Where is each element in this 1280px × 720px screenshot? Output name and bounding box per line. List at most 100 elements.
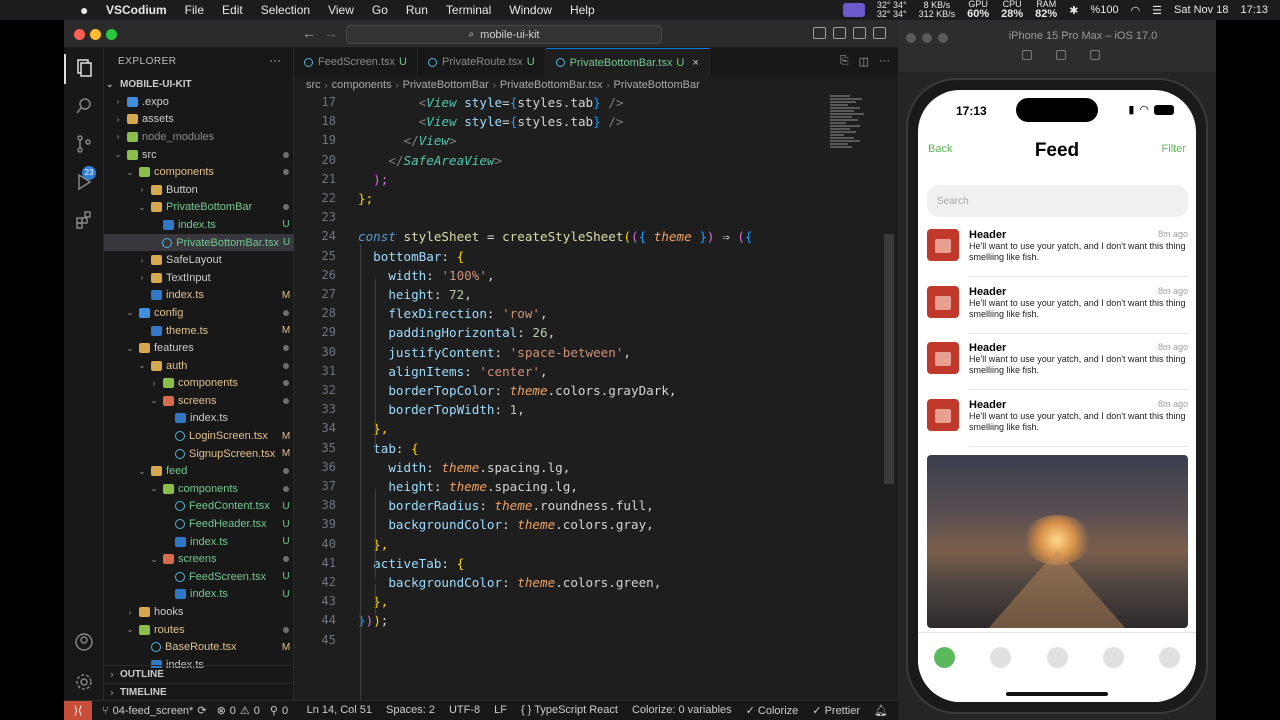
- tab-privatebottombar[interactable]: PrivateBottomBar.tsx U ×: [545, 48, 710, 76]
- ports-indicator[interactable]: ⚲ 0: [270, 704, 288, 718]
- tab-button-2[interactable]: [990, 647, 1012, 668]
- menu-selection[interactable]: Selection: [261, 3, 310, 17]
- menu-help[interactable]: Help: [570, 3, 595, 17]
- menu-edit[interactable]: Edit: [222, 3, 243, 17]
- folder-row[interactable]: ⌄ components: [104, 480, 294, 498]
- file-row[interactable]: index.ts U: [104, 533, 294, 551]
- minimize-window-button[interactable]: [922, 33, 932, 43]
- close-tab-icon[interactable]: ×: [692, 57, 698, 69]
- tab-privateroute[interactable]: PrivateRoute.tsx U: [418, 48, 546, 76]
- file-row[interactable]: PrivateBottomBar.tsx U: [104, 233, 294, 252]
- project-header[interactable]: ⌄ MOBILE-UI-KIT: [104, 75, 294, 93]
- menu-view[interactable]: View: [328, 3, 354, 17]
- file-row[interactable]: index.ts U: [104, 216, 294, 234]
- folder-row[interactable]: › assets: [104, 111, 294, 129]
- home-icon[interactable]: [1022, 50, 1032, 60]
- control-center-icon[interactable]: ☰: [1152, 4, 1162, 17]
- menu-file[interactable]: File: [185, 3, 204, 17]
- screen-record-icon[interactable]: [842, 3, 865, 17]
- app-menu[interactable]: VSCodium: [106, 3, 167, 17]
- feed-item[interactable]: Header 8m ago He'll want to use your yatch…: [927, 398, 1188, 455]
- tab-button-3[interactable]: [1046, 647, 1068, 668]
- source-control-icon[interactable]: [72, 132, 96, 156]
- menu-go[interactable]: Go: [372, 3, 388, 17]
- file-row[interactable]: index.ts: [104, 410, 294, 428]
- prettier-status[interactable]: ✓ Prettier: [812, 704, 860, 717]
- folder-row[interactable]: › components: [104, 375, 294, 393]
- folder-row[interactable]: ⌄ features: [104, 339, 294, 357]
- feed-item[interactable]: Header 8m ago He'll want to use your yatch…: [927, 229, 1188, 285]
- search-icon[interactable]: [72, 94, 96, 118]
- encoding[interactable]: UTF-8: [449, 704, 480, 717]
- tab-button-4[interactable]: [1102, 647, 1124, 668]
- branch-indicator[interactable]: ⑂ 04-feed_screen* ⟳: [102, 704, 207, 718]
- more-actions-icon[interactable]: ···: [269, 53, 281, 67]
- feed-item[interactable]: Header 8m ago He'll want to use your yatch…: [927, 342, 1188, 398]
- file-row[interactable]: FeedContent.tsx U: [104, 498, 294, 516]
- folder-row[interactable]: › TextInput: [104, 269, 294, 287]
- file-row[interactable]: LoginScreen.tsx M: [104, 427, 294, 445]
- folder-row[interactable]: ⌄ screens: [104, 550, 294, 568]
- extensions-icon[interactable]: [72, 208, 96, 232]
- breadcrumb-item[interactable]: PrivateBottomBar: [403, 79, 489, 91]
- language-mode[interactable]: { } TypeScript React: [521, 704, 618, 717]
- folder-row[interactable]: › node_modules: [104, 128, 294, 146]
- breadcrumb-item[interactable]: PrivateBottomBar: [614, 79, 700, 91]
- end-of-line[interactable]: LF: [494, 704, 507, 717]
- timeline-section[interactable]: › TIMELINE: [104, 683, 294, 701]
- indentation[interactable]: Spaces: 2: [386, 704, 435, 717]
- bluetooth-icon[interactable]: ✱: [1069, 4, 1078, 17]
- forward-arrow-icon[interactable]: →: [324, 25, 338, 41]
- folder-row[interactable]: ⌄ routes: [104, 621, 294, 639]
- outline-section[interactable]: › OUTLINE: [104, 665, 294, 683]
- folder-row[interactable]: ⌄ PrivateBottomBar: [104, 199, 294, 217]
- colorize-toggle[interactable]: ✓ Colorize: [746, 704, 799, 717]
- file-row[interactable]: FeedHeader.tsx U: [104, 515, 294, 533]
- file-row[interactable]: index.ts M: [104, 287, 294, 305]
- feed-item[interactable]: Header 8m ago He'll want to use your yatch…: [927, 285, 1188, 342]
- menu-run[interactable]: Run: [406, 3, 428, 17]
- menu-window[interactable]: Window: [509, 3, 552, 17]
- folder-row[interactable]: ⌄ auth: [104, 357, 294, 375]
- filter-button[interactable]: Filter: [1162, 143, 1186, 155]
- remote-indicator-icon[interactable]: ⟩⟨: [64, 700, 92, 720]
- battery-percent[interactable]: %100: [1090, 4, 1118, 16]
- file-row[interactable]: theme.ts M: [104, 322, 294, 340]
- folder-row[interactable]: › SafeLayout: [104, 251, 294, 269]
- problems-indicator[interactable]: ⊗ 0 ⚠ 0: [217, 704, 260, 718]
- tab-feedscreen[interactable]: FeedScreen.tsx U: [294, 48, 418, 76]
- wifi-icon[interactable]: ◠: [1131, 4, 1141, 17]
- open-changes-icon[interactable]: ⎘: [840, 55, 849, 68]
- menubar-time[interactable]: 17:13: [1240, 4, 1268, 16]
- zoom-window-button[interactable]: [938, 33, 948, 43]
- explorer-icon[interactable]: [72, 56, 96, 80]
- file-row[interactable]: index.ts U: [104, 586, 294, 604]
- close-window-button[interactable]: [74, 29, 85, 40]
- vertical-scrollbar[interactable]: [884, 234, 894, 484]
- more-actions-icon[interactable]: ···: [879, 55, 890, 68]
- colorize-variables[interactable]: Colorize: 0 variables: [632, 704, 732, 717]
- folder-row[interactable]: ⌄ screens: [104, 392, 294, 410]
- manage-gear-icon[interactable]: [72, 670, 96, 694]
- tab-button-5[interactable]: [1159, 647, 1180, 668]
- run-debug-icon[interactable]: [72, 170, 96, 194]
- cursor-position[interactable]: Ln 14, Col 51: [307, 704, 372, 717]
- toggle-primary-sidebar-icon[interactable]: [813, 27, 826, 39]
- breadcrumb-item[interactable]: src: [306, 79, 321, 91]
- search-input[interactable]: Search: [927, 185, 1188, 217]
- menubar-date[interactable]: Sat Nov 18: [1174, 4, 1228, 16]
- zoom-window-button[interactable]: [106, 29, 117, 40]
- toggle-secondary-sidebar-icon[interactable]: [853, 27, 866, 39]
- folder-row[interactable]: › .expo: [104, 93, 294, 111]
- apple-menu-icon[interactable]: ●: [80, 2, 94, 18]
- feed-image[interactable]: [927, 455, 1188, 628]
- split-editor-icon[interactable]: ◫: [859, 55, 869, 68]
- minimap[interactable]: [830, 94, 870, 174]
- back-arrow-icon[interactable]: ←: [302, 25, 316, 41]
- folder-row[interactable]: › hooks: [104, 603, 294, 621]
- toggle-panel-icon[interactable]: [833, 27, 846, 39]
- folder-row[interactable]: › Button: [104, 181, 294, 199]
- file-row[interactable]: SignupScreen.tsx M: [104, 445, 294, 463]
- folder-row[interactable]: ⌄ config: [104, 304, 294, 322]
- folder-row[interactable]: ⌄ src: [104, 146, 294, 164]
